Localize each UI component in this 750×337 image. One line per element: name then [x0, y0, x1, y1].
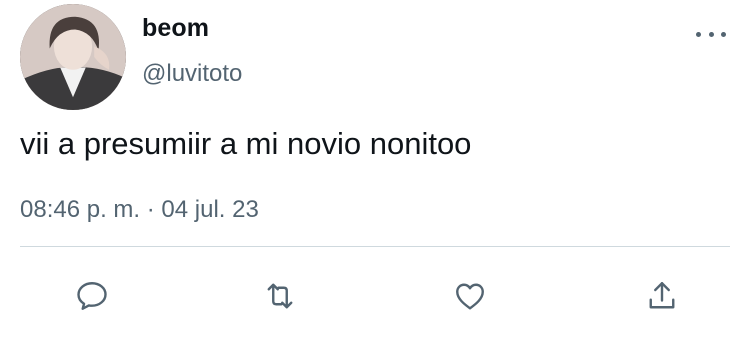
more-dot-icon [696, 31, 701, 37]
retweet-arrows-icon [267, 283, 293, 309]
avatar[interactable] [20, 4, 126, 110]
action-bar [0, 270, 750, 322]
tweet-text: vii a presumiir a mi novio nonitoo [20, 126, 472, 161]
user-handle[interactable]: @luvitoto [142, 60, 242, 88]
heart-icon [456, 283, 484, 310]
more-options-button[interactable] [696, 24, 726, 44]
tweet-timestamp[interactable]: 08:46 p. m. · 04 jul. 23 [20, 196, 259, 224]
more-dot-icon [708, 31, 714, 37]
display-name[interactable]: beom [142, 14, 209, 43]
divider [20, 246, 730, 247]
share-button[interactable] [636, 270, 688, 322]
profile-photo-icon [20, 4, 126, 110]
speech-bubble-icon [77, 282, 107, 310]
upload-arrow-icon [649, 282, 675, 309]
like-button[interactable] [444, 270, 496, 322]
reply-button[interactable] [66, 270, 118, 322]
retweet-button[interactable] [254, 270, 306, 322]
more-dot-icon [721, 31, 726, 37]
